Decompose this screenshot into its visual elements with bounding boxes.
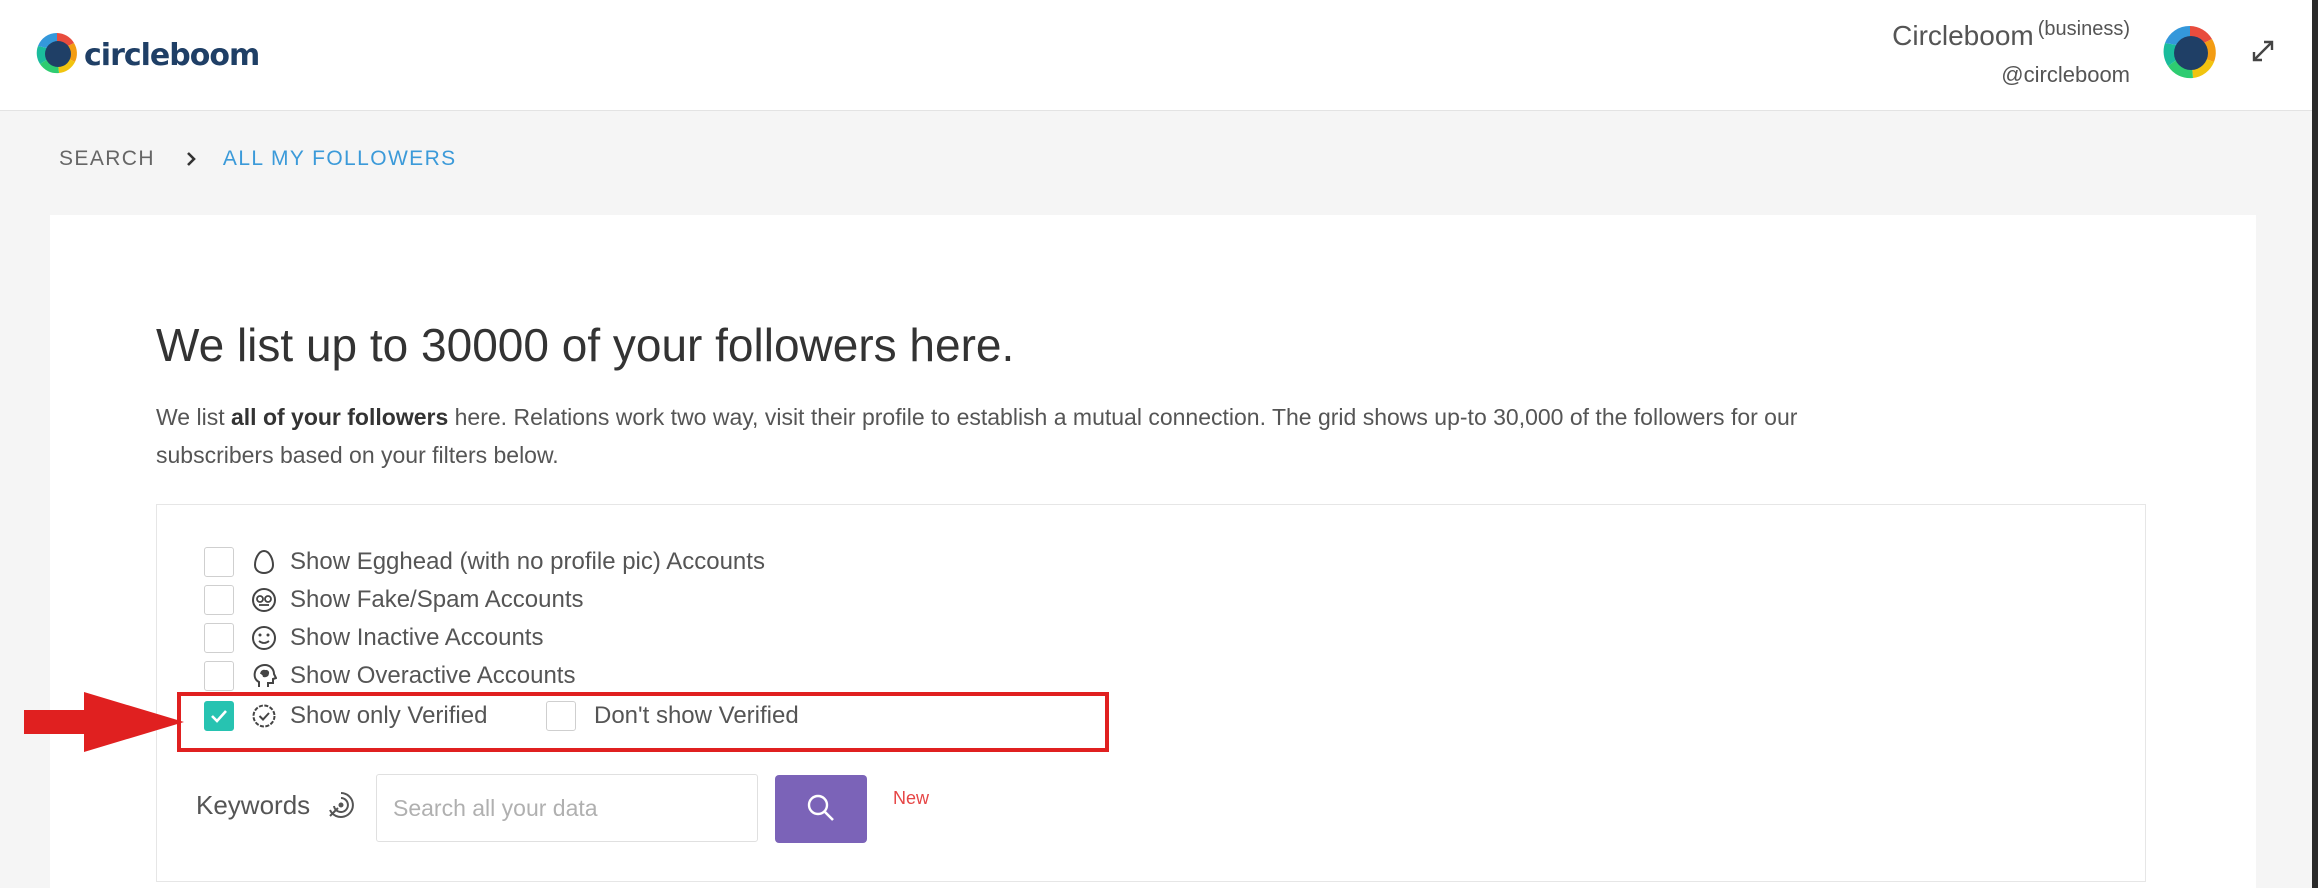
fake-spam-label: Show Fake/Spam Accounts: [290, 586, 584, 613]
inactive-checkbox[interactable]: [204, 623, 234, 653]
filter-overactive[interactable]: Show Overactive Accounts: [204, 659, 575, 693]
circleboom-logo-icon: [34, 30, 80, 81]
new-badge: New: [893, 788, 930, 808]
avatar[interactable]: [2160, 22, 2220, 82]
spam-mask-icon: [250, 586, 278, 614]
keywords-label: Keywords: [196, 790, 311, 820]
fake-spam-checkbox[interactable]: [204, 585, 234, 615]
keywords-search-input[interactable]: [376, 774, 758, 842]
egghead-checkbox[interactable]: [204, 547, 234, 577]
expand-icon: [2250, 38, 2276, 69]
user-handle: @circleboom: [2001, 62, 2130, 87]
expand-button[interactable]: [2248, 38, 2278, 68]
annotation-highlight-box: [177, 692, 1109, 752]
breadcrumb: SEARCH ALL MY FOLLOWERS: [59, 147, 457, 171]
chevron-right-icon: [185, 151, 197, 167]
smiley-icon: [250, 624, 278, 652]
keywords-search-button[interactable]: [775, 775, 867, 843]
breadcrumb-current: ALL MY FOLLOWERS: [222, 147, 457, 170]
keywords-target-icon: [326, 790, 356, 820]
overactive-label: Show Overactive Accounts: [290, 662, 576, 689]
brain-head-icon: [250, 662, 278, 690]
inactive-label: Show Inactive Accounts: [290, 624, 544, 651]
filter-inactive[interactable]: Show Inactive Accounts: [204, 621, 543, 655]
egghead-label: Show Egghead (with no profile pic) Accou…: [290, 548, 765, 575]
intro-text: We list all of your followers here. Rela…: [156, 404, 1798, 468]
top-header: circleboom Circleboom (business) @circleb…: [0, 0, 2318, 111]
logo-text: circleboom: [84, 37, 260, 73]
overactive-checkbox[interactable]: [204, 661, 234, 691]
filter-egghead[interactable]: Show Egghead (with no profile pic) Accou…: [204, 545, 765, 579]
egg-icon: [250, 548, 278, 576]
breadcrumb-search[interactable]: SEARCH: [59, 147, 155, 171]
window-edge: [2312, 0, 2318, 888]
circleboom-logo[interactable]: circleboom: [34, 30, 260, 81]
annotation-arrow-icon: [24, 688, 184, 756]
page-title: We list up to 30000 of your followers he…: [156, 319, 1015, 371]
search-icon: [805, 792, 837, 827]
filter-fake-spam[interactable]: Show Fake/Spam Accounts: [204, 583, 583, 617]
user-name: Circleboom (business): [1892, 18, 2130, 51]
account-type: (business): [2037, 18, 2130, 40]
